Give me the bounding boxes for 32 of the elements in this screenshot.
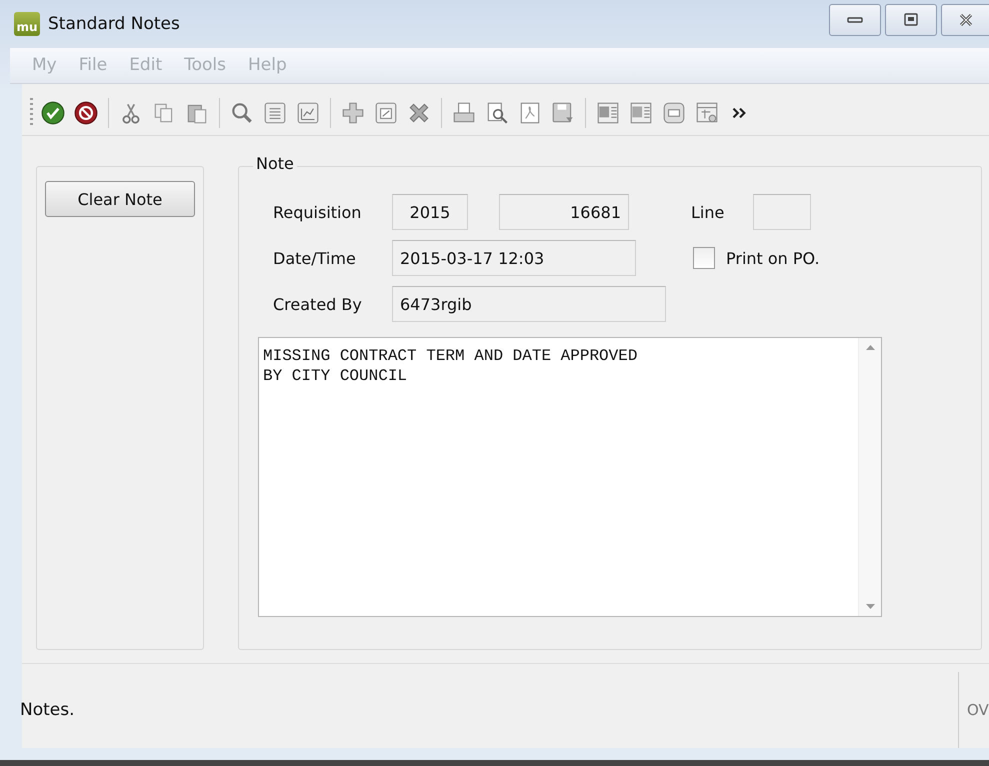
checkbox-label: Print on PO. — [726, 248, 820, 268]
date-time-field[interactable]: 2015-03-17 12:03 — [392, 240, 636, 276]
window-title: Standard Notes — [48, 14, 180, 34]
scroll-down-icon[interactable] — [866, 604, 874, 610]
ok-icon[interactable] — [40, 100, 66, 126]
maximize-icon — [903, 12, 919, 28]
maximize-button[interactable] — [885, 4, 937, 36]
created-by-field[interactable]: 6473rgib — [392, 286, 666, 322]
checkbox[interactable] — [693, 247, 715, 269]
plus-icon[interactable] — [340, 100, 366, 126]
app-logo: mu — [14, 12, 40, 36]
close-icon — [958, 12, 974, 28]
word-icon[interactable] — [628, 100, 654, 126]
window-icon[interactable] — [661, 100, 687, 126]
status-mode: OV — [958, 672, 989, 748]
scroll-up-icon[interactable] — [866, 344, 874, 350]
status-message: Notes. — [19, 700, 76, 720]
clear-note-button[interactable]: Clear Note — [45, 181, 195, 217]
field-label: Created By — [272, 294, 363, 314]
excel-icon[interactable] — [595, 100, 621, 126]
cancel-icon[interactable] — [73, 100, 99, 126]
field-label: Line — [691, 202, 726, 222]
field-label: Date/Time — [272, 248, 357, 268]
chart-icon[interactable] — [295, 100, 321, 126]
list-icon[interactable] — [262, 100, 288, 126]
minimize-button[interactable] — [829, 4, 881, 36]
number-field[interactable]: 16681 — [499, 194, 629, 230]
line-field[interactable] — [753, 194, 811, 230]
close-button[interactable] — [941, 4, 989, 36]
year-field[interactable]: 2015 — [392, 194, 468, 230]
field-label: Requisition — [272, 202, 362, 222]
edit-icon[interactable] — [373, 100, 399, 126]
